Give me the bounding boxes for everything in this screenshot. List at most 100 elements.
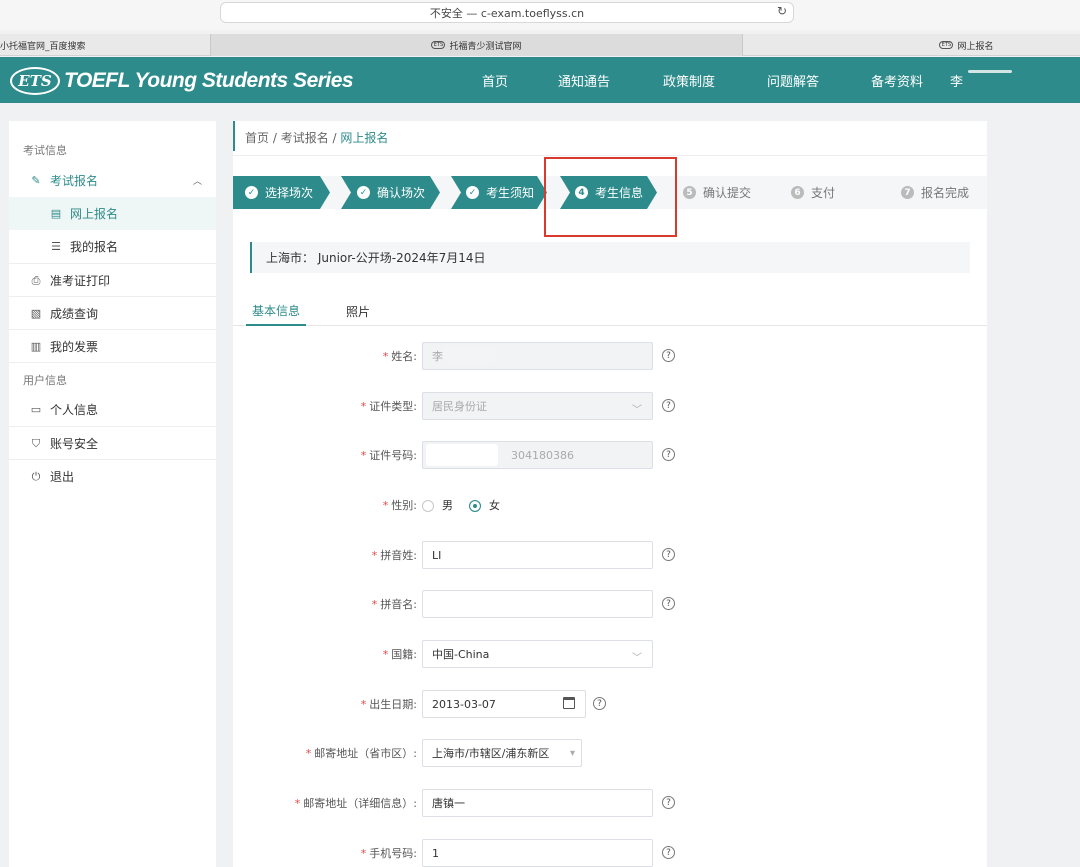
- check-icon: ✓: [466, 186, 479, 199]
- browser-tab-label: 托福青少测试官网: [449, 41, 522, 52]
- sidebar-item-label: 我的报名: [70, 240, 119, 254]
- radio-icon: [422, 500, 434, 512]
- step-confirm-session: ✓ 确认场次: [341, 176, 440, 209]
- sidebar-item-label: 账号安全: [50, 437, 99, 451]
- breadcrumb-current: 网上报名: [340, 131, 389, 145]
- sidebar-item-exam-reg[interactable]: ✎ 考试报名 ︿: [9, 164, 216, 197]
- help-icon[interactable]: ?: [662, 548, 675, 561]
- nationality-select[interactable]: 中国-China ﹀: [422, 640, 653, 668]
- address-text: 不安全 — c-exam.toeflyss.cn: [429, 6, 585, 20]
- sidebar-item-my-reg[interactable]: ☰ 我的报名: [9, 230, 216, 263]
- sidebar-item-label: 准考证打印: [50, 274, 111, 288]
- help-icon[interactable]: ?: [662, 597, 675, 610]
- field-row-nationality: * 国籍: 中国-China ﹀: [233, 640, 987, 668]
- sidebar-item-logout[interactable]: ⏻ 退出: [9, 460, 216, 493]
- browser-tab-toefl[interactable]: ETS 托福青少测试官网: [210, 34, 743, 56]
- nav-prep[interactable]: 备考资料: [871, 57, 923, 103]
- field-label: * 拼音姓:: [371, 548, 417, 563]
- gender-radio-female[interactable]: 女: [469, 497, 500, 513]
- step-label: 考生须知: [486, 186, 535, 200]
- field-row-name: * 姓名: 李 ?: [233, 342, 987, 370]
- step-label: 确认提交: [703, 186, 752, 200]
- user-menu[interactable]: 李: [950, 57, 963, 103]
- step-select-session: ✓ 选择场次: [233, 176, 330, 209]
- gender-radio-male[interactable]: 男: [422, 497, 453, 513]
- nav-home[interactable]: 首页: [482, 57, 508, 103]
- step-label: 确认场次: [377, 186, 426, 200]
- pinyin-first-input[interactable]: [422, 590, 653, 618]
- sidebar-item-label: 我的发票: [50, 340, 99, 354]
- field-row-id-type: * 证件类型: 居民身份证 ﹀ ?: [233, 392, 987, 420]
- document-search-icon: ▧: [30, 307, 42, 320]
- edit-icon: ✎: [31, 174, 41, 187]
- chevron-up-icon: ︿: [192, 177, 202, 187]
- help-icon[interactable]: ?: [662, 796, 675, 809]
- browser-tabs: 小托福官网_百度搜索 ETS 托福青少测试官网 ETS 网上报名: [0, 34, 1080, 56]
- main-panel: 首页 / 考试报名 / 网上报名 ✓ 选择场次 ✓ 确认场次 ✓ 考生须知 4 考生信息…: [233, 121, 987, 867]
- help-icon[interactable]: ?: [662, 399, 675, 412]
- help-icon[interactable]: ?: [593, 697, 606, 710]
- browser-tab-baidu[interactable]: 小托福官网_百度搜索: [0, 34, 210, 56]
- nav-policies[interactable]: 政策制度: [663, 57, 715, 103]
- sidebar-item-invoice[interactable]: ▥ 我的发票: [9, 330, 216, 363]
- breadcrumb: 首页 / 考试报名 / 网上报名: [245, 129, 388, 146]
- ets-logo-mark: ETS: [10, 67, 60, 95]
- tab-photo[interactable]: 照片: [346, 296, 370, 326]
- field-label: * 拼音名:: [371, 597, 417, 612]
- sidebar-item-score[interactable]: ▧ 成绩查询: [9, 297, 216, 330]
- divider: [233, 155, 987, 156]
- form-tabs: 基本信息 照片: [233, 296, 987, 326]
- divider: [9, 362, 216, 363]
- check-icon: ✓: [245, 186, 258, 199]
- step-payment: 6 支付: [791, 176, 851, 209]
- ets-favicon-icon: ETS: [431, 41, 446, 49]
- browser-tab-label: 网上报名: [957, 41, 994, 52]
- field-label: * 证件号码:: [360, 448, 417, 463]
- step-confirm-submit: 5 确认提交: [683, 176, 773, 209]
- step-number: 5: [683, 186, 696, 199]
- caret-down-icon: ▾: [569, 748, 575, 759]
- field-label: * 邮寄地址（省市区）:: [305, 746, 417, 761]
- nav-faq[interactable]: 问题解答: [767, 57, 819, 103]
- reload-icon[interactable]: ↻: [777, 4, 787, 18]
- browser-tab-label: 小托福官网_百度搜索: [0, 41, 86, 52]
- field-row-gender: * 性别: 男 女: [233, 491, 987, 519]
- sidebar-item-account-security[interactable]: ⛉ 账号安全: [9, 427, 216, 460]
- address-bar[interactable]: 不安全 — c-exam.toeflyss.cn ↻: [220, 2, 794, 23]
- app-header: ETS TOEFL Young Students Series 首页 通知通告 …: [0, 57, 1080, 103]
- sidebar-item-personal-info[interactable]: ▭ 个人信息: [9, 393, 216, 426]
- sidebar-group-user: 用户信息: [23, 374, 67, 387]
- redaction-mark: [473, 792, 543, 814]
- breadcrumb-home[interactable]: 首页: [245, 131, 269, 145]
- field-label: * 性别:: [382, 498, 417, 513]
- nav-notices[interactable]: 通知通告: [558, 57, 610, 103]
- sidebar-item-online-reg[interactable]: ▤ 网上报名: [9, 197, 216, 230]
- step-number: 6: [791, 186, 804, 199]
- birth-date-input[interactable]: 2013-03-07: [422, 690, 586, 718]
- check-icon: ✓: [357, 186, 370, 199]
- sidebar-item-label: 个人信息: [50, 403, 99, 417]
- id-type-select[interactable]: 居民身份证 ﹀: [422, 392, 653, 420]
- help-icon[interactable]: ?: [662, 448, 675, 461]
- help-icon[interactable]: ?: [662, 846, 675, 859]
- redaction-mark: [426, 444, 498, 466]
- sidebar-item-admit-print[interactable]: ⎙ 准考证打印: [9, 264, 216, 297]
- id-card-icon: ▭: [30, 403, 42, 416]
- site-logo[interactable]: ETS TOEFL Young Students Series: [10, 67, 354, 95]
- session-info: 上海市： Junior-公开场-2024年7月14日: [250, 242, 970, 273]
- calendar-icon: [563, 697, 575, 709]
- breadcrumb-exam-reg[interactable]: 考试报名: [281, 131, 329, 145]
- step-number: 7: [901, 186, 914, 199]
- ets-favicon-icon: ETS: [939, 41, 954, 49]
- logo-text: TOEFL Young Students Series: [64, 69, 354, 92]
- help-icon[interactable]: ?: [662, 349, 675, 362]
- tab-basic-info[interactable]: 基本信息: [246, 296, 306, 326]
- mail-region-cascader[interactable]: 上海市/市辖区/浦东新区 ▾: [422, 739, 582, 767]
- form-icon: ▤: [50, 207, 62, 220]
- browser-tab-online-reg[interactable]: ETS 网上报名: [743, 34, 1080, 56]
- pinyin-last-input[interactable]: LI: [422, 541, 653, 569]
- step-label: 支付: [811, 186, 836, 200]
- field-label: * 邮寄地址（详细信息）:: [294, 796, 417, 811]
- field-label: * 姓名:: [382, 349, 417, 364]
- shield-icon: ⛉: [31, 436, 41, 450]
